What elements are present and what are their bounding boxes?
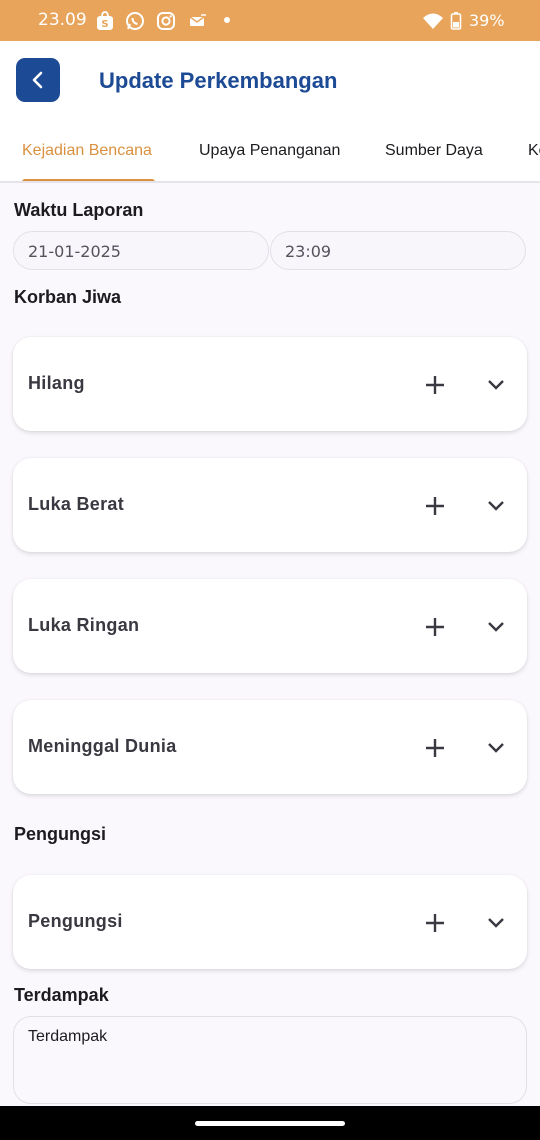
waktu-laporan-label: Waktu Laporan [14, 200, 144, 220]
notification-dot [224, 17, 230, 23]
card-label: Meninggal Dunia [28, 736, 177, 756]
shopee-icon: S [95, 11, 115, 31]
svg-text:S: S [101, 19, 108, 30]
instagram-icon [156, 11, 176, 31]
card-hilang[interactable]: Hilang [13, 337, 527, 431]
add-button[interactable] [418, 610, 452, 644]
expand-button[interactable] [479, 906, 513, 940]
tab-kejadian-bencana[interactable]: Kejadian Bencana [22, 142, 152, 160]
whatsapp-icon [125, 11, 145, 31]
pengungsi-label: Pengungsi [14, 824, 107, 844]
mail-icon [188, 11, 208, 31]
tab-bar: Kejadian Bencana Upaya Penanganan Sumber… [0, 121, 540, 183]
chevron-down-icon [488, 501, 504, 511]
card-luka-ringan[interactable]: Luka Ringan [13, 579, 527, 673]
add-button[interactable] [418, 489, 452, 523]
battery-percentage: 39% [469, 11, 505, 30]
battery-icon [450, 11, 462, 31]
card-label: Hilang [28, 373, 85, 393]
tab-sumber-daya[interactable]: Sumber Daya [385, 142, 483, 160]
active-tab-indicator [22, 179, 155, 181]
card-pengungsi[interactable]: Pengungsi [13, 875, 527, 969]
terdampak-label: Terdampak [14, 985, 109, 1005]
plus-icon [426, 618, 444, 636]
status-bar: 23.09 S 39% [0, 0, 540, 41]
add-button[interactable] [418, 906, 452, 940]
wifi-icon [423, 11, 443, 31]
plus-icon [426, 739, 444, 757]
system-nav-bar [0, 1106, 540, 1140]
expand-button[interactable] [479, 368, 513, 402]
chevron-left-icon [32, 71, 43, 89]
status-time: 23.09 [38, 10, 87, 30]
terdampak-placeholder: Terdampak [28, 1028, 108, 1045]
add-button[interactable] [418, 368, 452, 402]
chevron-down-icon [488, 918, 504, 928]
card-luka-berat[interactable]: Luka Berat [13, 458, 527, 552]
plus-icon [426, 914, 444, 932]
chevron-down-icon [488, 380, 504, 390]
add-button[interactable] [418, 731, 452, 765]
home-handle[interactable] [195, 1121, 345, 1126]
terdampak-input[interactable]: Terdampak [13, 1016, 527, 1104]
page-title: Update Perkembangan [99, 68, 338, 93]
korban-jiwa-label: Korban Jiwa [14, 287, 122, 307]
card-label: Luka Ringan [28, 615, 140, 635]
expand-button[interactable] [479, 489, 513, 523]
plus-icon [426, 376, 444, 394]
app-bar: Update Perkembangan [0, 41, 540, 121]
card-meninggal-dunia[interactable]: Meninggal Dunia [13, 700, 527, 794]
tab-next-partial[interactable]: Ke [528, 142, 540, 160]
card-label: Pengungsi [28, 911, 123, 931]
expand-button[interactable] [479, 731, 513, 765]
time-field[interactable]: 23:09 [270, 231, 526, 270]
card-label: Luka Berat [28, 494, 125, 514]
chevron-down-icon [488, 622, 504, 632]
tab-upaya-penanganan[interactable]: Upaya Penanganan [199, 142, 340, 160]
date-field[interactable]: 21-01-2025 [13, 231, 269, 270]
expand-button[interactable] [479, 610, 513, 644]
chevron-down-icon [488, 743, 504, 753]
plus-icon [426, 497, 444, 515]
back-button[interactable] [16, 58, 60, 102]
